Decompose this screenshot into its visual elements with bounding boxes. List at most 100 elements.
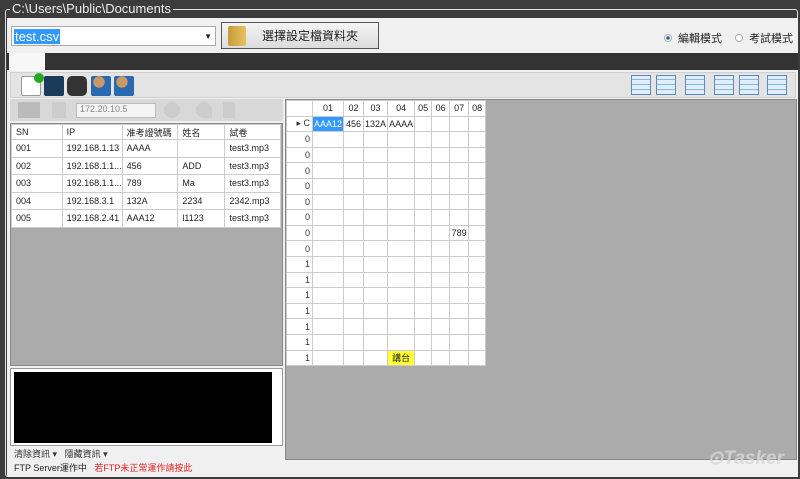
- seat-cell[interactable]: [363, 240, 389, 257]
- seat-cell[interactable]: [311, 131, 345, 148]
- seat-cell[interactable]: [311, 255, 345, 273]
- column-header[interactable]: 准考證號碼: [121, 124, 179, 140]
- table-row[interactable]: 003 192.168.1.1... 789 Ma test3.mp3: [11, 174, 281, 193]
- grid-row-header[interactable]: 1: [286, 255, 313, 273]
- seat-cell[interactable]: [431, 177, 451, 195]
- grid-row-header[interactable]: ▸ C: [286, 115, 313, 133]
- seat-cell[interactable]: [343, 209, 365, 226]
- seat-cell[interactable]: [387, 271, 416, 289]
- grid-row-header[interactable]: 1: [286, 349, 313, 367]
- hide-info-menu[interactable]: 隱藏資訊 ▾: [65, 449, 108, 459]
- document-icon[interactable]: [223, 102, 235, 118]
- table-cell[interactable]: test3.mp3: [224, 209, 281, 228]
- seat-cell[interactable]: [431, 224, 451, 242]
- seat-cell[interactable]: [387, 146, 416, 164]
- chevron-down-icon[interactable]: ▼: [204, 32, 212, 41]
- seat-cell[interactable]: [431, 255, 451, 273]
- table-cell[interactable]: 192.168.1.1...: [61, 156, 123, 175]
- seat-cell[interactable]: [468, 131, 487, 148]
- grid-row-header[interactable]: 0: [286, 162, 313, 179]
- table-cell[interactable]: 192.168.1.13: [61, 139, 123, 158]
- seat-cell[interactable]: [449, 193, 470, 211]
- seat-cell[interactable]: [311, 271, 345, 289]
- column-header[interactable]: 姓名: [177, 124, 226, 140]
- grid-column-header[interactable]: 07: [449, 100, 470, 117]
- table-row[interactable]: 004 192.168.3.1 132A 2234 2342.mp3: [11, 191, 281, 210]
- grid-column-header[interactable]: 03: [363, 100, 389, 117]
- seat-cell[interactable]: [414, 318, 433, 335]
- table-cell[interactable]: 789: [121, 174, 179, 193]
- seat-cell[interactable]: [311, 318, 345, 335]
- seat-cell[interactable]: AAA12: [311, 115, 345, 133]
- seat-cell[interactable]: [431, 209, 451, 226]
- seat-cell[interactable]: [343, 271, 365, 289]
- seat-cell[interactable]: [414, 302, 433, 320]
- seat-cell[interactable]: [414, 255, 433, 273]
- seat-cell[interactable]: [449, 162, 470, 179]
- table-cell[interactable]: 005: [11, 209, 63, 228]
- file-select[interactable]: test.csv ▼: [11, 26, 216, 46]
- seat-cell[interactable]: 789: [449, 224, 470, 242]
- seat-cell[interactable]: [431, 115, 451, 133]
- seat-cell[interactable]: [343, 131, 365, 148]
- seat-cell[interactable]: [468, 255, 487, 273]
- seat-cell[interactable]: [343, 255, 365, 273]
- seat-cell[interactable]: [343, 333, 365, 351]
- seat-cell[interactable]: AAAA: [387, 115, 416, 133]
- grid-row-header[interactable]: 1: [286, 302, 313, 320]
- seat-cell[interactable]: [387, 302, 416, 320]
- microphone-icon[interactable]: [196, 102, 212, 118]
- seat-cell[interactable]: [343, 287, 365, 304]
- grid-row-header[interactable]: 1: [286, 287, 313, 304]
- new-file-icon[interactable]: [21, 73, 44, 96]
- seat-cell[interactable]: [468, 162, 487, 179]
- seat-cell[interactable]: [468, 287, 487, 304]
- seat-cell[interactable]: [468, 146, 487, 164]
- seat-cell[interactable]: [343, 146, 365, 164]
- seat-cell[interactable]: [468, 240, 487, 257]
- exam-mode-radio[interactable]: 考試模式: [735, 30, 793, 46]
- seat-cell[interactable]: [468, 333, 487, 351]
- table-row[interactable]: 002 192.168.1.1... 456 ADD test3.mp3: [11, 156, 281, 175]
- grid-row-header[interactable]: 0: [286, 224, 313, 242]
- seat-cell[interactable]: [311, 349, 345, 367]
- table-cell[interactable]: l1123: [177, 209, 226, 228]
- seat-cell[interactable]: [414, 146, 433, 164]
- seat-cell[interactable]: [311, 224, 345, 242]
- seat-cell[interactable]: [449, 209, 470, 226]
- seat-cell[interactable]: [414, 131, 433, 148]
- seat-cell[interactable]: [468, 193, 487, 211]
- seat-cell[interactable]: [363, 131, 389, 148]
- seat-cell[interactable]: [431, 271, 451, 289]
- grid-row-header[interactable]: 0: [286, 240, 313, 257]
- seat-cell[interactable]: [414, 333, 433, 351]
- seat-cell[interactable]: [468, 177, 487, 195]
- table-cell[interactable]: 002: [11, 156, 63, 175]
- table-cell[interactable]: 456: [121, 156, 179, 175]
- table-cell[interactable]: 192.168.2.41: [61, 209, 123, 228]
- seat-cell[interactable]: [449, 115, 470, 133]
- add-user-icon[interactable]: [91, 76, 111, 96]
- seat-cell[interactable]: [363, 287, 389, 304]
- seat-cell[interactable]: [449, 302, 470, 320]
- seat-cell[interactable]: [311, 177, 345, 195]
- seat-cell[interactable]: [449, 240, 470, 257]
- seat-cell[interactable]: [363, 349, 389, 367]
- table-cell[interactable]: ADD: [177, 156, 226, 175]
- delete-column-icon[interactable]: [631, 75, 651, 95]
- users-icon[interactable]: [164, 102, 180, 118]
- table-cell[interactable]: test3.mp3: [224, 156, 281, 175]
- log-console[interactable]: [10, 368, 283, 446]
- seat-cell[interactable]: [414, 240, 433, 257]
- seat-cell[interactable]: [468, 318, 487, 335]
- seat-cell[interactable]: [449, 177, 470, 195]
- edit-mode-radio[interactable]: 編輯模式: [664, 30, 722, 46]
- seat-cell[interactable]: [363, 333, 389, 351]
- seat-cell[interactable]: 132A: [363, 115, 389, 133]
- grid-row-header[interactable]: 0: [286, 177, 313, 195]
- table-cell[interactable]: AAAA: [121, 139, 179, 158]
- seat-cell[interactable]: [363, 255, 389, 273]
- seat-cell[interactable]: [449, 287, 470, 304]
- seat-cell[interactable]: [343, 193, 365, 211]
- seat-cell[interactable]: [431, 146, 451, 164]
